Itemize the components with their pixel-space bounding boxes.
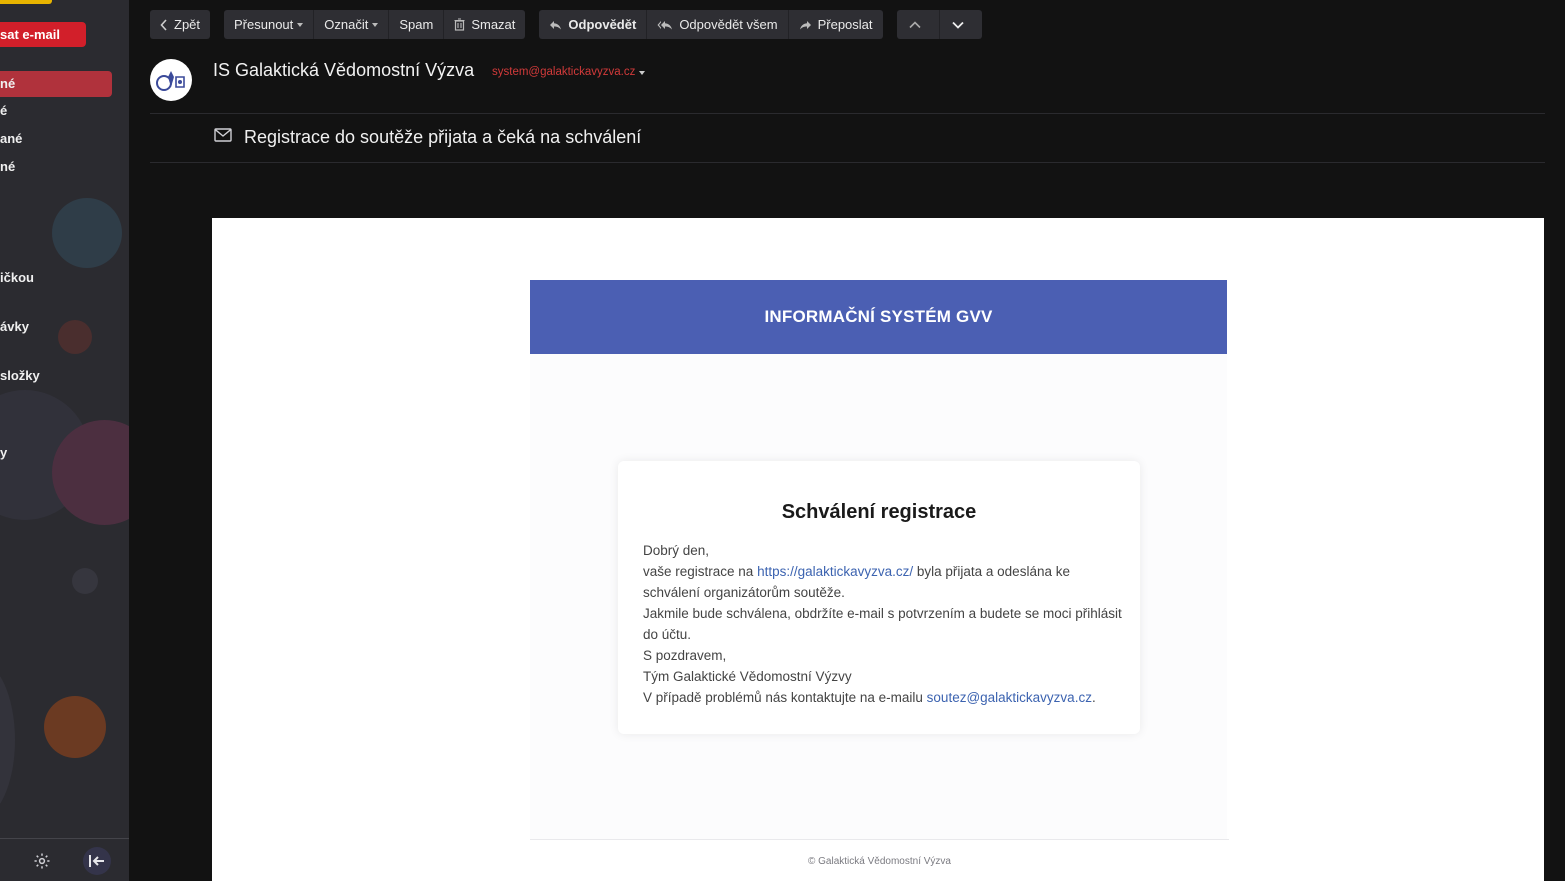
- compose-accent: [0, 0, 52, 4]
- sign-off: S pozdravem,: [643, 648, 727, 663]
- trash-icon: [454, 18, 465, 31]
- sender-logo-icon: [156, 71, 185, 91]
- sidebar-item-starred[interactable]: é: [0, 98, 112, 124]
- registration-paragraph: vaše registrace na https://galaktickavyz…: [643, 561, 1123, 603]
- reply-button[interactable]: Odpovědět: [539, 10, 648, 39]
- sidebar-item-folders[interactable]: složky: [0, 363, 112, 389]
- email-card: Schválení registrace Dobrý den, vaše reg…: [618, 461, 1140, 734]
- contact-email-link[interactable]: soutez@galaktickavyzva.cz: [927, 690, 1092, 705]
- caret-down-icon: [639, 71, 646, 75]
- gear-icon[interactable]: [28, 847, 56, 875]
- reply-all-icon: [657, 20, 673, 29]
- email-footer-divider: [530, 839, 1229, 840]
- reply-all-label: Odpovědět všem: [679, 17, 778, 32]
- sidebar-item-shortcuts[interactable]: ávky: [0, 314, 112, 340]
- sender-avatar: [150, 59, 192, 101]
- collapse-left-icon[interactable]: [83, 847, 111, 875]
- back-label: Zpět: [174, 17, 201, 32]
- email-footer: © Galaktická Vědomostní Výzva: [808, 856, 951, 867]
- sidebar-item-sent[interactable]: ané: [0, 126, 112, 152]
- line1-pre: vaše registrace na: [643, 564, 758, 579]
- spam-label: Spam: [399, 17, 434, 32]
- chevron-left-icon: [160, 18, 167, 31]
- previous-message-button[interactable]: [897, 10, 940, 39]
- signature: Tým Galaktické Vědomostní Výzvy: [643, 669, 852, 684]
- subject-divider: [150, 162, 1545, 163]
- contact-paragraph: V případě problémů nás kontaktujte na e-…: [643, 687, 1123, 708]
- background-decoration: [44, 696, 106, 758]
- background-decoration: [0, 660, 15, 820]
- sender-email-text: system@galaktickavyzva.cz: [492, 66, 636, 78]
- greeting: Dobrý den,: [643, 543, 710, 558]
- spam-button[interactable]: Spam: [389, 10, 445, 39]
- sender-email[interactable]: system@galaktickavyzva.cz: [492, 66, 646, 78]
- envelope-icon: [214, 128, 232, 147]
- delete-label: Smazat: [471, 17, 516, 32]
- sidebar-item-inbox[interactable]: né: [0, 71, 112, 97]
- sidebar: sat e-mail né é ané né ičkou ávky složky…: [0, 0, 129, 881]
- forward-button[interactable]: Přeposlat: [789, 10, 883, 39]
- toolbar-group-nav: [896, 10, 982, 39]
- move-label: Přesunout: [234, 17, 294, 32]
- sidebar-item-other[interactable]: y: [0, 440, 112, 466]
- delete-button[interactable]: Smazat: [444, 10, 525, 39]
- toolbar-group-actions: Přesunout Označit Spam Smazat: [224, 10, 526, 39]
- reply-icon: [550, 20, 562, 29]
- sidebar-footer: [0, 838, 129, 881]
- email-body-frame: INFORMAČNÍ SYSTÉM GVV Schválení registra…: [212, 218, 1544, 881]
- chevron-down-icon: [951, 21, 964, 29]
- move-button[interactable]: Přesunout: [224, 10, 315, 39]
- contact-pre: V případě problémů nás kontaktujte na e-…: [643, 690, 927, 705]
- toolbar-group-reply: Odpovědět Odpovědět všem Přeposlat: [539, 10, 883, 39]
- sidebar-item-label-group[interactable]: ičkou: [0, 265, 112, 291]
- header-divider: [150, 113, 1545, 114]
- forward-icon: [799, 20, 811, 29]
- toolbar-group-back: Zpět: [150, 10, 211, 39]
- email-title: Schválení registrace: [781, 501, 977, 523]
- contact-post: .: [1091, 690, 1096, 705]
- background-decoration: [72, 568, 98, 594]
- sender-name: IS Galaktická Vědomostní Výzva: [213, 60, 475, 80]
- reply-label: Odpovědět: [568, 17, 637, 32]
- back-button[interactable]: Zpět: [150, 10, 210, 39]
- sidebar-item-deleted[interactable]: né: [0, 154, 112, 180]
- message-subject: Registrace do soutěže přijata a čeká na …: [244, 127, 642, 147]
- forward-label: Přeposlat: [817, 17, 873, 32]
- email-banner: INFORMAČNÍ SYSTÉM GVV: [530, 280, 1227, 354]
- next-message-button[interactable]: [940, 10, 982, 39]
- caret-down-icon: [297, 22, 304, 27]
- email-text: Dobrý den, vaše registrace na https://ga…: [643, 540, 1123, 708]
- site-link[interactable]: https://galaktickavyzva.cz/: [757, 564, 913, 579]
- background-decoration: [52, 198, 122, 268]
- compose-button[interactable]: sat e-mail: [0, 22, 86, 47]
- approval-paragraph: Jakmile bude schválena, obdržíte e-mail …: [643, 606, 1122, 642]
- reply-all-button[interactable]: Odpovědět všem: [647, 10, 789, 39]
- mark-button[interactable]: Označit: [314, 10, 390, 39]
- caret-down-icon: [372, 22, 379, 27]
- message-toolbar: Zpět Přesunout Označit Spam Smazat Odpov…: [150, 10, 996, 39]
- mark-label: Označit: [324, 17, 369, 32]
- chevron-up-icon: [908, 20, 921, 28]
